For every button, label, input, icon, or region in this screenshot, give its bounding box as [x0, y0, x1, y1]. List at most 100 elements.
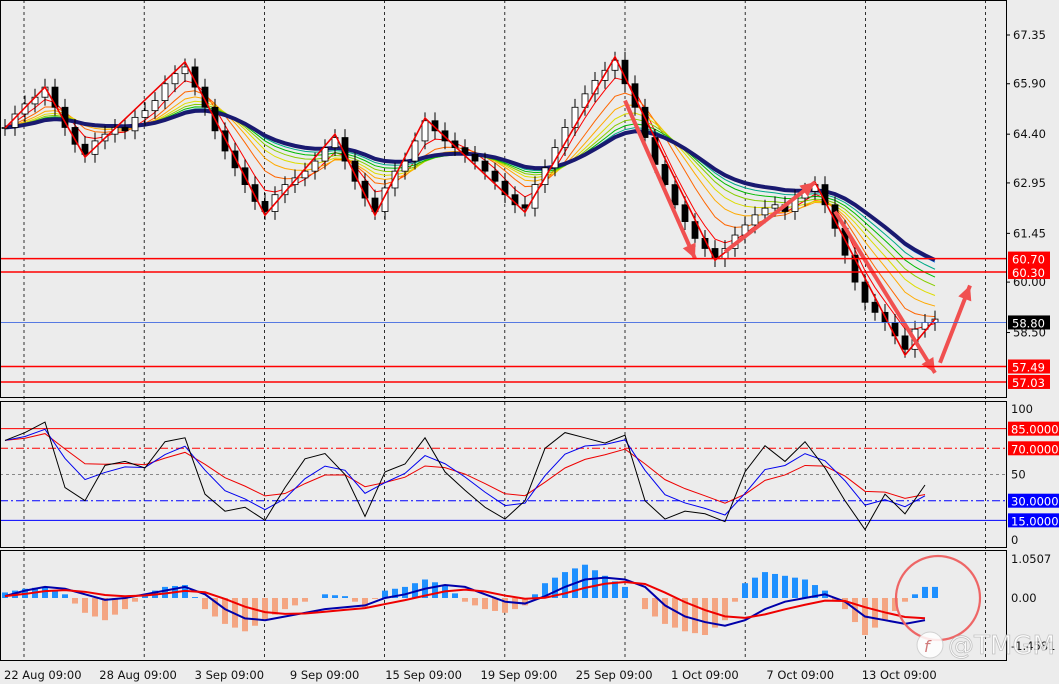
candle	[481, 160, 489, 172]
macd-histogram-bar	[732, 598, 738, 602]
y-tick-label: 62.95	[1013, 176, 1046, 190]
y-tick-label: 61.45	[1013, 226, 1046, 240]
macd-histogram-bar	[472, 598, 478, 606]
price-level-tag: 57.49	[1008, 359, 1050, 374]
macd-histogram-bar	[752, 577, 758, 598]
candle	[631, 83, 639, 108]
macd-histogram-bar	[62, 594, 68, 598]
macd-histogram-bar	[662, 598, 668, 624]
x-tick-label: 7 Oct 09:00	[766, 668, 834, 682]
macd-histogram-bar	[482, 598, 488, 610]
candle	[181, 66, 189, 75]
macd-histogram-bar	[622, 586, 628, 598]
candle	[161, 83, 169, 101]
macd-histogram-bar	[322, 594, 328, 598]
price-level-tag: 60.70	[1008, 251, 1050, 267]
candle	[751, 214, 759, 226]
macd-histogram-bar	[922, 586, 928, 598]
macd-histogram-bar	[302, 598, 308, 602]
macd-histogram-bar	[292, 598, 298, 606]
y-tick-label: 0	[1011, 533, 1018, 547]
x-tick-label: 1 Oct 09:00	[671, 668, 739, 682]
macd-histogram-bar	[132, 598, 138, 602]
macd-histogram-bar	[252, 598, 258, 626]
candle	[171, 73, 179, 85]
price-level-tag: 58.80	[1008, 315, 1050, 330]
macd-histogram-bar	[592, 570, 598, 598]
macd-histogram-bar	[462, 598, 468, 602]
y-tick-label: 0.00	[1011, 591, 1037, 605]
y-tick-label: 100	[1011, 402, 1033, 416]
candle	[871, 301, 879, 313]
macd-histogram-bar	[902, 598, 908, 602]
candle	[141, 110, 149, 118]
candle	[311, 160, 319, 172]
macd-histogram-bar	[202, 598, 208, 610]
macd-histogram-bar	[782, 575, 788, 598]
candle	[321, 147, 329, 162]
tag-label: 57.49	[1012, 360, 1045, 374]
macd-histogram-bar	[602, 575, 608, 598]
stoch-level-tag: 85.0000	[1008, 421, 1059, 437]
macd-histogram-bar	[882, 598, 888, 621]
trading-chart[interactable]: 22 Aug 09:00 28 Aug 09:00 3 Sep 09:00 9 Sep…	[0, 0, 1059, 684]
y-tick-label: 50	[1011, 468, 1026, 482]
macd-histogram-bar	[912, 594, 918, 598]
macd-histogram-bar	[282, 598, 288, 610]
macd-histogram-bar	[42, 586, 48, 598]
x-tick-label: 15 Sep 09:00	[385, 668, 462, 682]
candle	[671, 184, 679, 206]
tag-label: 70.0000	[1011, 442, 1059, 456]
macd-histogram-bar	[72, 598, 78, 604]
macd-histogram-bar	[642, 598, 648, 610]
x-tick-label: 3 Sep 09:00	[195, 668, 264, 682]
tag-label: 15.0000	[1011, 514, 1059, 528]
stoch-level-tag: 30.0000	[1008, 493, 1059, 509]
candle	[131, 116, 139, 132]
x-tick-label: 19 Sep 09:00	[481, 668, 558, 682]
macd-histogram-bar	[432, 582, 438, 598]
macd-histogram-bar	[742, 583, 748, 598]
tag-label: 30.0000	[1011, 495, 1059, 509]
tag-label: 57.03	[1012, 376, 1045, 390]
x-tick-label: 28 Aug 09:00	[99, 668, 177, 682]
macd-histogram-bar	[332, 595, 338, 598]
candle	[121, 127, 129, 132]
x-tick-label: 25 Sep 09:00	[576, 668, 653, 682]
macd-histogram-bar	[452, 593, 458, 598]
macd-histogram-bar	[702, 598, 708, 635]
macd-histogram-bar	[242, 598, 248, 632]
candle	[681, 204, 689, 222]
macd-histogram-bar	[402, 586, 408, 598]
x-tick-label: 9 Sep 09:00	[290, 668, 359, 682]
candle	[901, 335, 909, 350]
macd-histogram-bar	[802, 579, 808, 598]
x-tick-label: 22 Aug 09:00	[4, 668, 82, 682]
y-tick-label: 1.0507	[1011, 552, 1051, 566]
candle	[411, 140, 419, 162]
macd-histogram-bar	[102, 598, 108, 621]
stoch-level-tag: 15.0000	[1008, 513, 1059, 528]
macd-histogram-bar	[792, 577, 798, 598]
macd-histogram-bar	[122, 598, 128, 610]
y-tick-label: 65.90	[1013, 77, 1046, 91]
price-level-tag: 57.03	[1008, 374, 1050, 390]
x-tick-label: 13 Oct 09:00	[862, 668, 937, 682]
macd-histogram-bar	[82, 598, 88, 613]
macd-histogram-bar	[372, 598, 378, 599]
macd-histogram-bar	[872, 598, 878, 628]
candle	[761, 207, 769, 216]
y-tick-label: 64.40	[1013, 127, 1046, 141]
candle	[471, 153, 479, 162]
macd-histogram-bar	[262, 598, 268, 621]
tag-label: 60.30	[1012, 266, 1045, 280]
candle	[151, 100, 159, 112]
price-level-tag: 60.30	[1008, 265, 1050, 280]
macd-histogram-bar	[92, 598, 98, 617]
macd-histogram-bar	[652, 598, 658, 617]
macd-histogram-bar	[192, 597, 198, 598]
watermark-text: @TMGM	[948, 631, 1055, 661]
macd-histogram-bar	[112, 598, 118, 615]
macd-histogram-bar	[692, 598, 698, 634]
candle	[891, 322, 899, 337]
